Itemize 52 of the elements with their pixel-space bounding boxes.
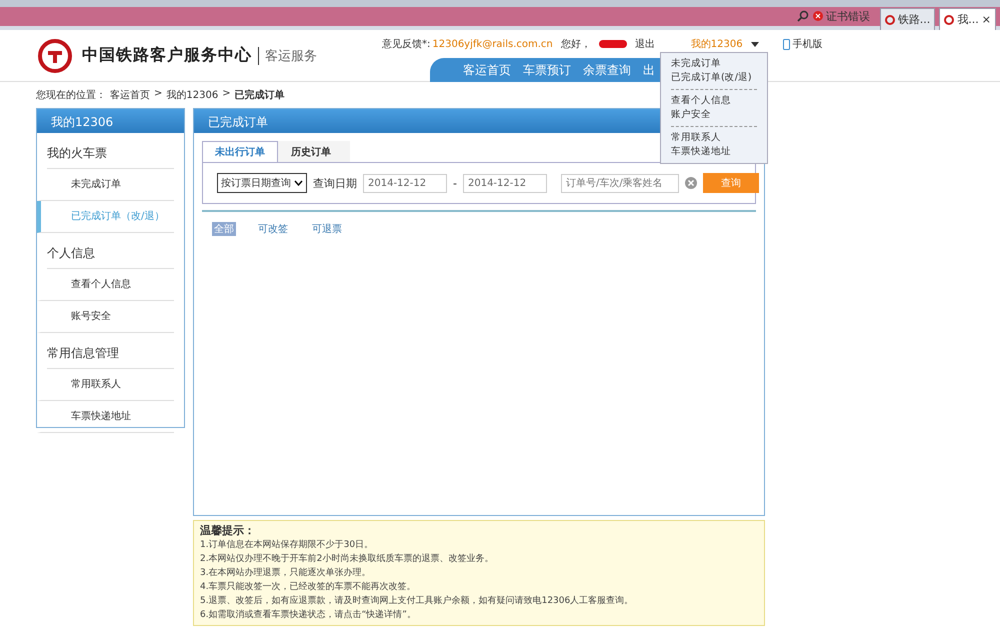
tip-text: 6.如需取消或查看车票快递状态，请点击“快递详情”。: [200, 608, 417, 622]
nav-link[interactable]: 客运首页: [463, 62, 511, 78]
menu-item[interactable]: 查看个人信息: [671, 94, 757, 108]
sidebar-heading: 个人信息: [47, 233, 174, 269]
sidebar-item[interactable]: 车票快递地址: [37, 401, 174, 433]
date-separator: -: [453, 176, 457, 190]
sidebar-item[interactable]: 常用联系人: [37, 369, 174, 401]
breadcrumb-label: 您现在的位置：: [36, 88, 106, 102]
keyword-field[interactable]: 订单号/车次/乘客姓名: [560, 174, 679, 192]
site-name: 中国铁路客户服务中心: [82, 45, 252, 66]
sidebar-title: 我的12306: [37, 109, 184, 133]
close-button[interactable]: ×: [982, 13, 991, 26]
section-name: 客运服务: [258, 46, 317, 64]
menu-item[interactable]: 未完成订单: [671, 57, 757, 71]
browser-tab[interactable]: 我... ×: [939, 8, 996, 30]
tip-text: 4.车票只能改签一次，已经改签的车票不能再次改签。: [200, 580, 417, 594]
menu-item[interactable]: 车票快递地址: [671, 145, 757, 159]
mobile-link[interactable]: 手机版: [792, 37, 823, 51]
sidebar-heading: 常用信息管理: [47, 333, 174, 369]
sidebar-item[interactable]: 未完成订单: [37, 169, 174, 201]
greeting-text: 您好，: [560, 38, 591, 51]
nav-link[interactable]: 出: [643, 62, 655, 78]
date-label: 查询日期: [313, 176, 357, 190]
date-to-field[interactable]: 2014-12-12: [462, 174, 547, 192]
nav-link[interactable]: 余票查询: [583, 62, 631, 78]
filter-link[interactable]: 可退票: [310, 222, 344, 236]
breadcrumb-separator: >: [154, 88, 162, 101]
date-from-field[interactable]: 2014-12-12: [363, 174, 447, 192]
tab[interactable]: 未出行订单: [202, 141, 278, 162]
sidebar-item[interactable]: 账号安全: [37, 301, 174, 333]
tab[interactable]: 历史订单: [278, 141, 350, 162]
query-type-select[interactable]: 按订票日期查询: [217, 173, 307, 193]
tips-title: 温馨提示：: [200, 524, 256, 538]
tip-text: 3.在本网站办理退票，只能逐次单张办理。: [200, 566, 372, 580]
certificate-error-text[interactable]: 证书错误: [826, 8, 870, 24]
feedback-label: 意见反馈*:: [382, 38, 430, 51]
tip-text: 5.退票、改签后，如有应退票款，请及时查询网上支付工具账户余额，如有疑问请致电12306人工客服查询。: [200, 594, 634, 608]
breadcrumb-link[interactable]: 客运首页: [110, 88, 150, 102]
menu-item[interactable]: 已完成订单(改/退): [671, 71, 757, 85]
breadcrumb-link[interactable]: 我的12306: [166, 88, 218, 102]
filter-link[interactable]: 可改签: [256, 222, 290, 236]
nav-link[interactable]: 车票预订: [523, 62, 571, 78]
sidebar-item[interactable]: 查看个人信息: [37, 269, 174, 301]
logout-link[interactable]: 退出: [634, 37, 655, 51]
menu-item[interactable]: 常用联系人: [671, 131, 757, 145]
tip-text: 2.本网站仅办理不晚于开车前2小时尚未换取纸质车票的退票、改签业务。: [200, 552, 494, 566]
breadcrumb-separator: >: [222, 88, 231, 101]
browser-tab[interactable]: 铁路...: [880, 8, 936, 30]
sidebar-heading: 我的火车票: [47, 133, 174, 169]
tip-text: 1.订单信息在本网站保存期限不少于30日。: [200, 538, 374, 552]
breadcrumb-current: 已完成订单: [234, 88, 285, 102]
menu-item[interactable]: 账户安全: [671, 108, 757, 122]
